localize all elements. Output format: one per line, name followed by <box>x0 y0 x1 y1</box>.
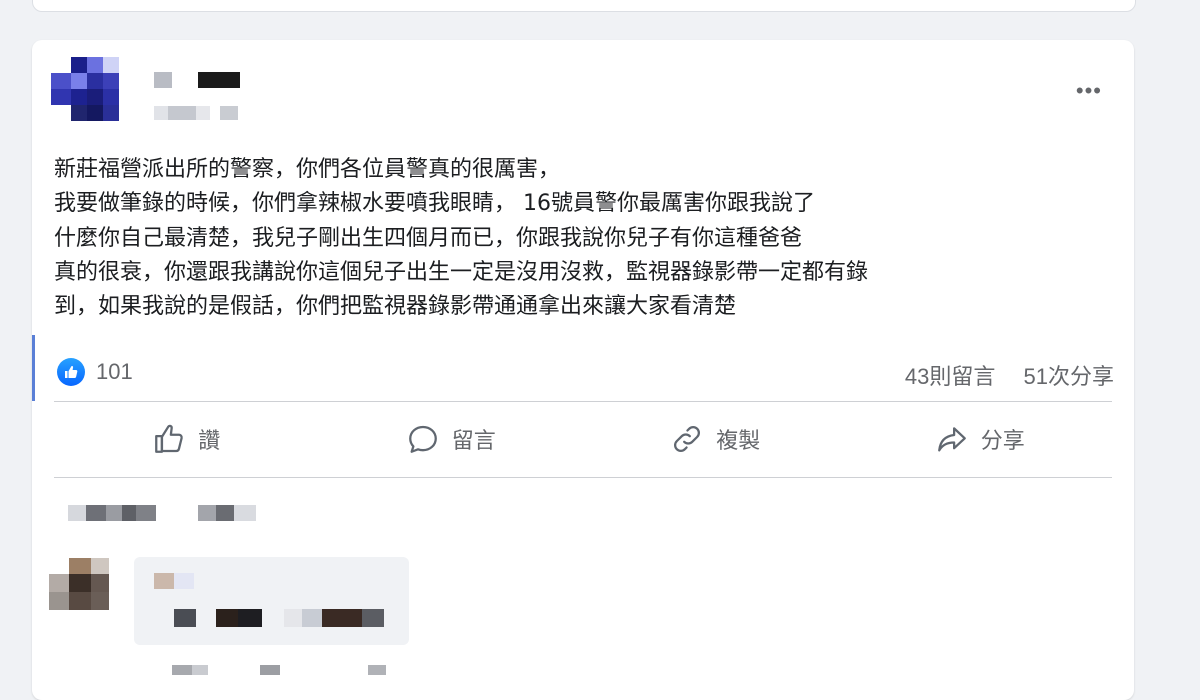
post-timestamp-pixelated[interactable] <box>154 106 244 122</box>
divider <box>54 401 1112 402</box>
like-button[interactable]: 讚 <box>54 405 319 473</box>
previous-post-card <box>32 0 1136 12</box>
share-button[interactable]: 分享 <box>848 405 1113 473</box>
more-icon: ••• <box>1075 78 1102 103</box>
reactions-row: 101 43則留言 51次分享 <box>54 355 1114 389</box>
share-label: 分享 <box>980 428 1025 453</box>
engagement-stats: 43則留言 51次分享 <box>883 359 1114 391</box>
post-text-line: 到，￼如果我說的是假話，你們把監視器錄影帶通通拿出來讓大家看清楚 <box>54 294 737 320</box>
copy-label: 複製 <box>716 428 761 453</box>
copy-button[interactable]: 複製 <box>583 405 848 473</box>
post-text-line: 真的很衰，你還跟我講說你這個兒子出生一定是沒用沒救，監視器錄影帶一定都有錄 <box>54 259 869 285</box>
comment-icon <box>408 425 437 453</box>
comments-count[interactable]: 43則留言 <box>905 364 995 389</box>
action-bar: 讚 留言 複製 分享 <box>54 405 1112 473</box>
thumbs-up-icon <box>155 424 184 453</box>
like-reaction-icon[interactable] <box>57 358 85 386</box>
author-name-pixelated[interactable] <box>154 72 244 90</box>
divider <box>54 477 1112 478</box>
avatar-pixelated[interactable] <box>49 57 135 121</box>
like-count[interactable]: 101 <box>96 359 133 385</box>
selection-accent <box>32 335 35 401</box>
comment-sort-pixelated[interactable] <box>68 505 268 523</box>
like-label: 讚 <box>198 428 221 453</box>
comment-label: 留言 <box>451 428 496 453</box>
comment-button[interactable]: 留言 <box>319 405 584 473</box>
link-icon <box>674 426 701 452</box>
commenter-avatar-pixelated[interactable] <box>49 558 113 614</box>
post-text: 新莊福營派出所的警察，你們各位員警真的很厲害， ￼我要做筆錄的時候，你們拿辣椒水要… <box>54 153 1124 324</box>
shares-count[interactable]: 51次分享 <box>1024 364 1114 389</box>
more-options-button[interactable]: ••• <box>1076 80 1102 102</box>
share-icon <box>937 427 966 452</box>
post-card: ••• 新莊福營派出所的警察，你們各位員警真的很厲害， ￼我要做筆錄的時候，你們拿… <box>32 40 1134 700</box>
post-text-line: ￼我要做筆錄的時候，你們拿辣椒水要噴我眼睛，￼ 16號員警你最厲害你跟我說了 <box>54 191 815 217</box>
post-text-line: 什麼你自己最清楚，￼我兒子剛出生四個月而已，￼你跟我說￼你兒子有你這種爸爸 <box>54 225 803 251</box>
comment-bubble-pixelated[interactable] <box>134 557 409 645</box>
comment-actions-pixelated[interactable] <box>172 665 412 677</box>
post-text-line: 新莊福營派出所的警察，你們各位員警真的很厲害， <box>54 157 561 182</box>
